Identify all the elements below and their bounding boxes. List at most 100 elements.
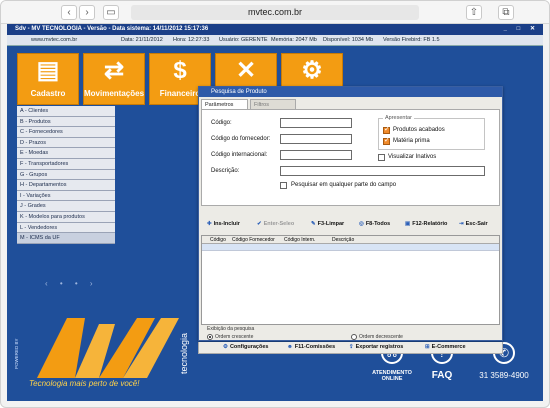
menu-item-grades[interactable]: J - Grades: [17, 201, 115, 212]
pesquisar-checkbox[interactable]: [280, 182, 287, 189]
codigo-fornecedor-label: Código do fornecedor:: [211, 136, 271, 142]
movimentacoes-button[interactable]: ⇄ Movimentações: [83, 53, 145, 105]
codigo-fornecedor-input[interactable]: [280, 134, 352, 144]
incluir-button[interactable]: ✚ Ins-Incluir: [207, 221, 240, 227]
dialog-title: Pesquisa de Produto: [199, 87, 502, 97]
exportar-button[interactable]: ⇪ Exportar registros: [349, 344, 403, 350]
share-icon[interactable]: ⇧: [466, 5, 482, 20]
cadastro-button[interactable]: ▤ Cadastro: [17, 53, 79, 105]
powered-by-text: POWERED BY: [14, 338, 19, 369]
tagline: Tecnologia mais perto de você!: [29, 379, 140, 388]
exit-icon: ⇥: [459, 221, 464, 227]
col-codigo-fornecedor[interactable]: Código Fornecedor: [232, 236, 275, 244]
tools-icon: ✕: [235, 57, 257, 84]
menu-item-departamentos[interactable]: H - Departamentos: [17, 180, 115, 191]
order-asc-label: Ordem crescente: [215, 334, 254, 340]
side-text: tecnologia: [179, 332, 189, 374]
menu-item-vendedores[interactable]: L - Vendedores: [17, 222, 115, 234]
menu-item-clientes[interactable]: A - Clientes: [17, 106, 115, 117]
relatorio-label: F12-Relatório: [412, 221, 448, 227]
comissoes-label: F11-Comissões: [294, 344, 336, 350]
visualizar-inativos-checkbox[interactable]: [378, 154, 385, 161]
menu-item-variacoes[interactable]: I - Variações: [17, 190, 115, 202]
window-title: Sdv - MV TECNOLOGIA - Versão - Data sist…: [7, 24, 543, 35]
menu-item-icms[interactable]: M - ICMS da UF: [17, 233, 115, 244]
dialog-toolbar: ✚ Ins-Incluir ✔ Enter-Seleo ✎ F3-Limpar ◎ F8…: [201, 219, 500, 233]
menu-item-produtos[interactable]: B - Produtos: [17, 116, 115, 128]
forward-icon[interactable]: ›: [79, 5, 95, 20]
printer-icon: ▣: [405, 221, 411, 227]
materia-prima-checkbox[interactable]: [383, 136, 390, 145]
tab-parametros[interactable]: Parâmetros iniciais: [201, 99, 248, 118]
produtos-acabados-checkbox[interactable]: [383, 125, 390, 134]
tabs-icon[interactable]: ⧉: [498, 5, 514, 20]
menu-item-modelos[interactable]: K - Modelos para produtos: [17, 211, 115, 223]
order-asc-radio[interactable]: [207, 334, 213, 340]
online-label: ONLINE: [381, 376, 403, 382]
col-codigo[interactable]: Código: [210, 236, 226, 244]
parameters-panel: Código: Código do fornecedor: Código int…: [201, 109, 500, 206]
todos-button[interactable]: ◎ F8-Todos: [359, 221, 390, 227]
pesquisar-label: Pesquisar em qualquer parte do campo: [291, 182, 397, 188]
menu-item-prazos[interactable]: D - Prazos: [17, 137, 115, 149]
arrows-icon: ⇄: [103, 57, 125, 84]
search-product-dialog: Pesquisa de Produto Parâmetros iniciais …: [198, 86, 503, 341]
ecommerce-button[interactable]: ⊞ E-Commerce: [425, 344, 466, 350]
menu-item-fornecedores[interactable]: C - Fornecedores: [17, 127, 115, 138]
gear-icon: ⚙: [223, 344, 228, 350]
window-controls[interactable]: _ □ ✕: [504, 24, 539, 35]
codigo-internacional-input[interactable]: [280, 150, 352, 160]
configuracoes-button[interactable]: ⚙ Configurações: [223, 344, 268, 350]
col-codigo-intern[interactable]: Código Intern.: [284, 236, 315, 244]
col-descricao[interactable]: Descrição: [332, 236, 354, 244]
produtos-acabados-label: Produtos acabados: [393, 127, 445, 133]
binoculars-icon: ◎: [359, 221, 364, 227]
results-grid[interactable]: Código Código Fornecedor Código Intern. …: [201, 235, 500, 325]
order-desc-label: Ordem decrescente: [359, 334, 403, 340]
descricao-input[interactable]: [280, 166, 485, 176]
window-title-text: Sdv - MV TECNOLOGIA - Versão - Data sist…: [15, 26, 209, 32]
exportar-label: Exportar registros: [355, 344, 404, 350]
status-date: Data: 21/11/2012: [121, 37, 163, 43]
plus-icon: ✚: [207, 221, 212, 227]
export-icon: ⇪: [349, 344, 354, 350]
grid-header: Código Código Fornecedor Código Intern. …: [202, 236, 499, 244]
address-bar[interactable]: mvtec.com.br: [131, 5, 419, 20]
menu-item-transportadores[interactable]: F - Transportadores: [17, 158, 115, 170]
back-icon[interactable]: ‹: [61, 5, 77, 20]
codigo-label: Código:: [211, 120, 232, 126]
limpar-button[interactable]: ✎ F3-Limpar: [311, 221, 344, 227]
menu-pager[interactable]: ‹ • • ›: [45, 279, 98, 288]
apresentar-title: Apresentar: [383, 115, 414, 121]
order-desc-radio[interactable]: [351, 334, 357, 340]
people-icon: ☻: [287, 344, 293, 350]
order-title: Exibição da pesquisa: [207, 326, 255, 332]
faq-label: FAQ: [431, 370, 453, 381]
status-memory: Memória: 2047 Mb: [271, 37, 317, 43]
status-available: Disponível: 1034 Mb: [323, 37, 374, 43]
configuracoes-label: Configurações: [229, 344, 269, 350]
codigo-input[interactable]: [280, 118, 352, 128]
comissoes-button[interactable]: ☻ F11-Comissões: [287, 344, 335, 350]
menu-item-grupos[interactable]: G - Grupos: [17, 169, 115, 181]
status-bar: www.mvtec.com.br Data: 21/11/2012 Hora: …: [7, 35, 543, 46]
tab-filtros[interactable]: Filtros adicionais: [250, 99, 296, 118]
app-screen: Sdv - MV TECNOLOGIA - Versão - Data sist…: [7, 24, 543, 401]
register-device-icon: ▤: [36, 57, 60, 84]
gears-icon: ⚙: [301, 57, 323, 84]
status-time: Hora: 12:27:33: [173, 37, 210, 43]
status-site: www.mvtec.com.br: [31, 37, 78, 43]
visualizar-inativos-label: Visualizar Inativos: [388, 154, 437, 160]
mv-logo: [37, 318, 179, 378]
selecionar-button[interactable]: ✔ Enter-Seleo: [257, 221, 294, 227]
browser-toolbar: ‹ › ▭ mvtec.com.br ⇧ ⧉: [1, 1, 549, 24]
ecommerce-label: E-Commerce: [431, 344, 466, 350]
phone-label: 31 3589-4900: [479, 371, 529, 380]
sidebar-icon[interactable]: ▭: [103, 5, 119, 20]
materia-prima-label: Matéria prima: [393, 138, 430, 144]
menu-item-moedas[interactable]: E - Moedas: [17, 148, 115, 159]
sair-button[interactable]: ⇥ Esc-Sair: [459, 221, 488, 227]
table-row[interactable]: [202, 244, 499, 251]
relatorio-button[interactable]: ▣ F12-Relatório: [405, 221, 447, 227]
cart-icon: ⊞: [425, 344, 430, 350]
